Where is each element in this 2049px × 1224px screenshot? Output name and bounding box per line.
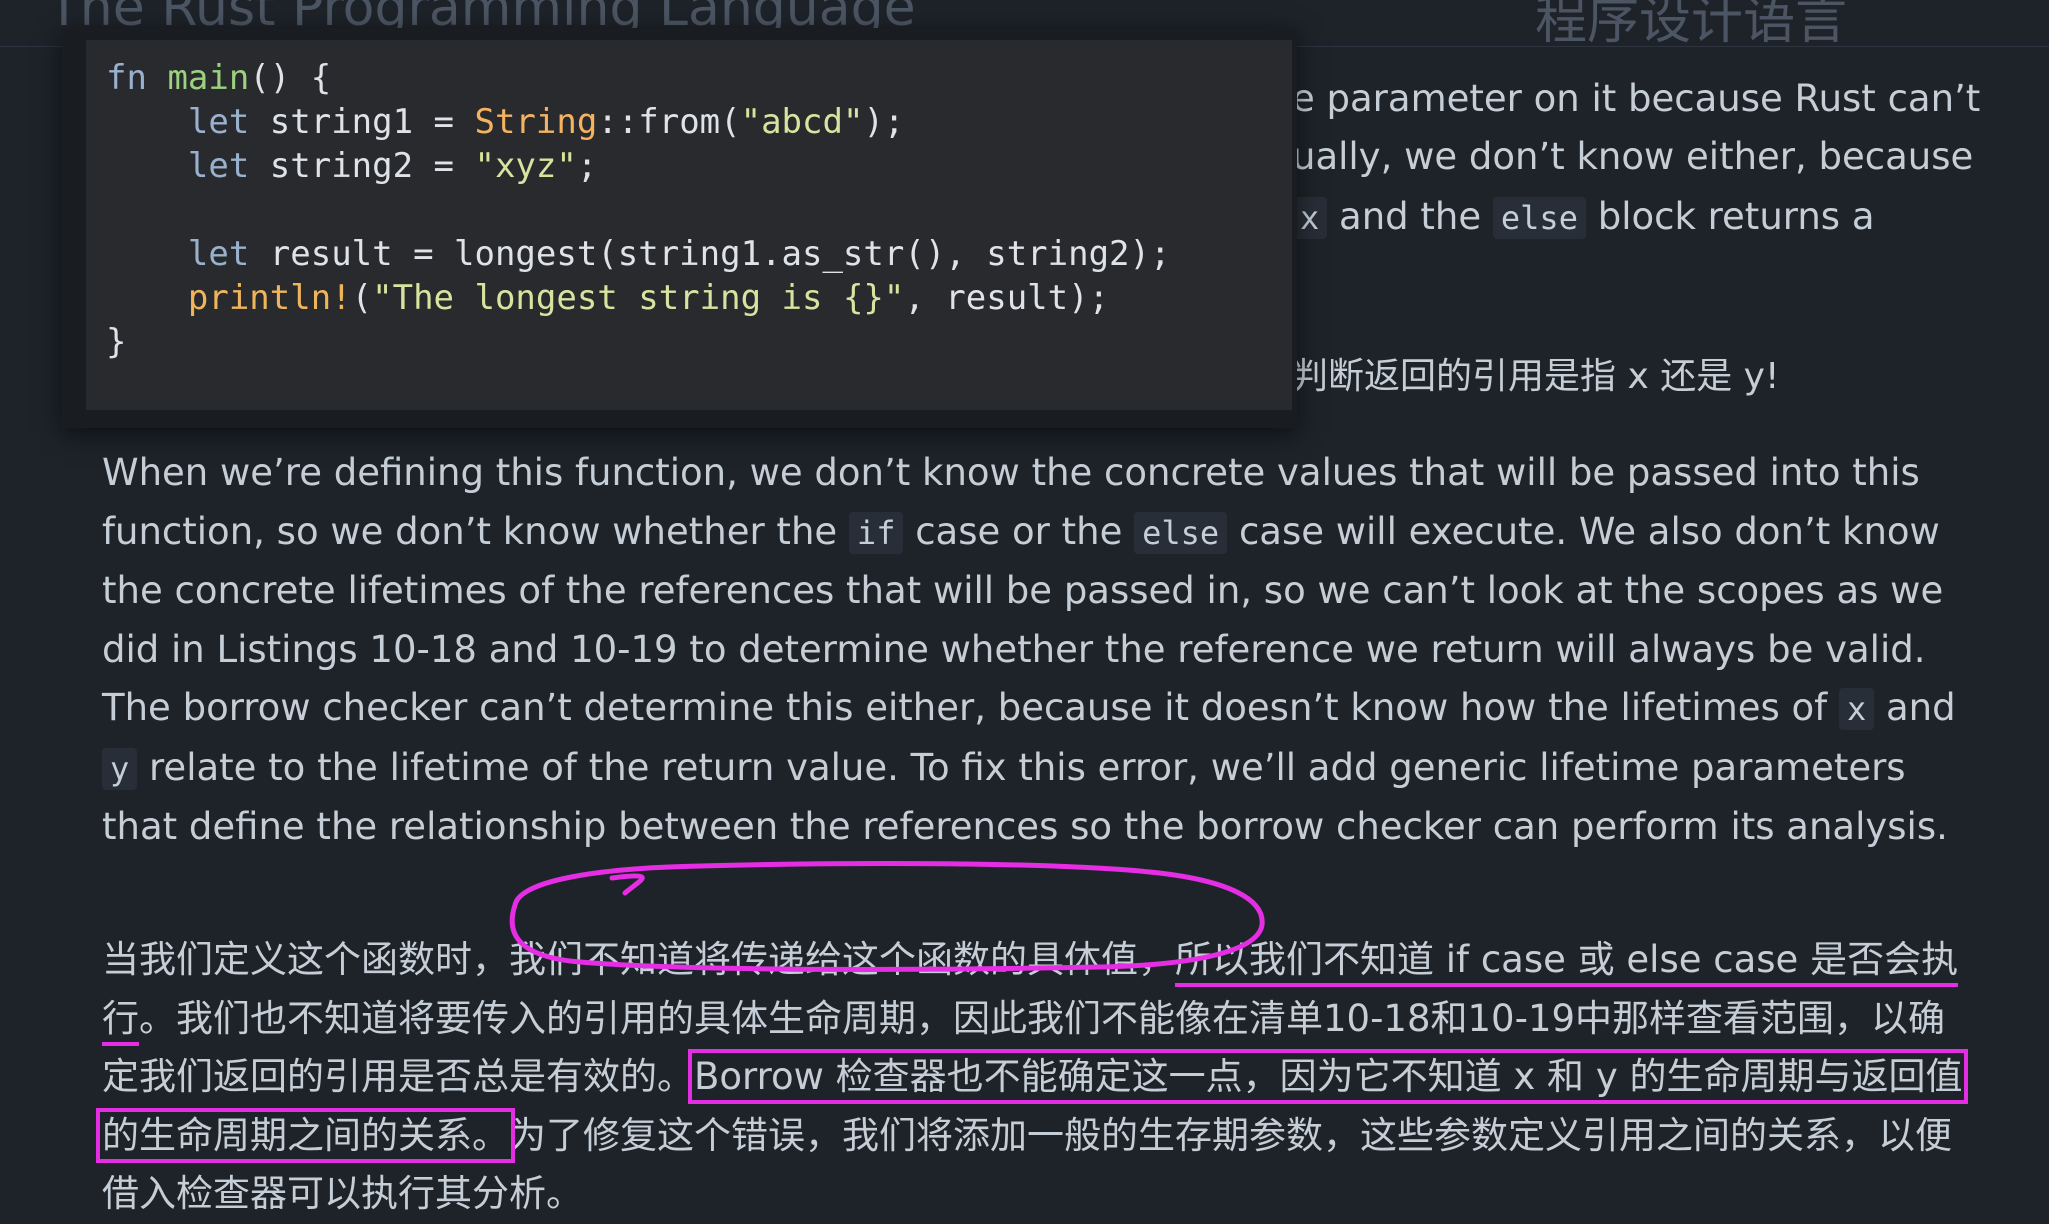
- code-hover-popover: fn main() { let string1 = String::from("…: [62, 28, 1297, 428]
- inline-code-y: y: [102, 747, 138, 790]
- paragraph-chinese: 当我们定义这个函数时，我们不知道将传递给这个函数的具体值，所以我们不知道 if …: [95, 938, 1969, 1215]
- partial-line-4-cn: 判断返回的引用是指 x 还是 y!: [1292, 356, 1780, 397]
- inline-code-else: else: [1492, 197, 1586, 239]
- inline-code-x: x: [1292, 197, 1328, 239]
- partial-line-2: ually, we don’t know either, because: [1292, 135, 1974, 178]
- paragraph-english: When we’re defining this function, we do…: [102, 451, 1956, 848]
- annotation-ellipse-tail: [609, 873, 645, 896]
- circled-phrase: 我们不知道将传递给这个函数的具体值，: [509, 938, 1175, 981]
- inline-code-else: else: [1134, 511, 1228, 554]
- code-listing: fn main() { let string1 = String::from("…: [106, 58, 1171, 362]
- book-title-chinese: 程序设计语言: [1535, 0, 1848, 47]
- inline-code-x: x: [1838, 688, 1875, 730]
- partial-line-3: x and the else block returns a: [1292, 188, 2049, 248]
- inline-code-if: if: [848, 511, 904, 554]
- partial-line-1: e parameter on it because Rust can’t: [1292, 77, 1981, 120]
- code-block: fn main() { let string1 = String::from("…: [86, 40, 1292, 410]
